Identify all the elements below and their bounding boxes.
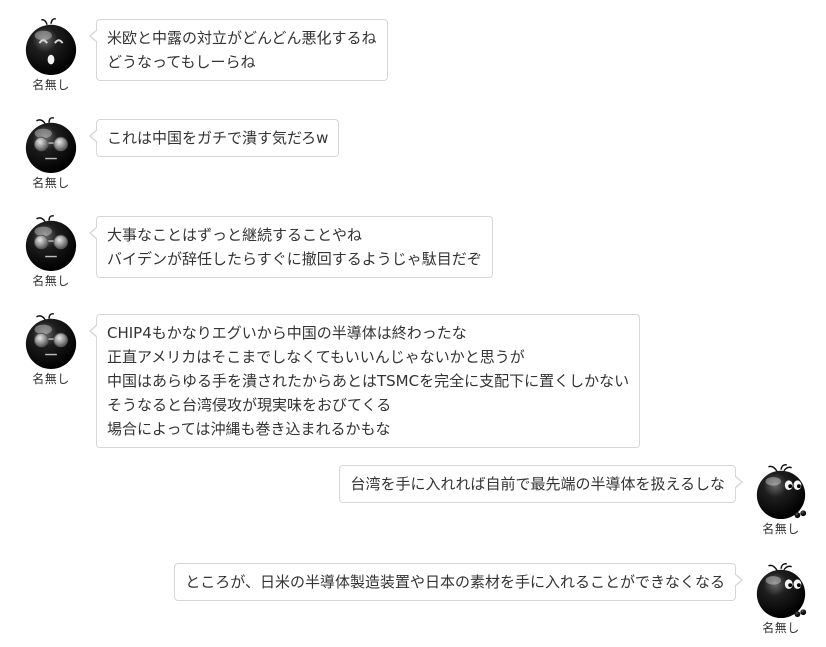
avatar[interactable]: 名無し <box>750 462 812 536</box>
sunglasses-face-avatar-icon <box>25 215 77 272</box>
sunglasses-face-avatar-icon <box>25 313 77 370</box>
avatar[interactable]: 名無し <box>20 18 82 92</box>
message-text: ところが、日米の半導体製造装置や日本の素材を手に入れることができなくなる <box>185 573 725 591</box>
avatar[interactable]: 名無し <box>20 312 82 386</box>
message-bubble: 台湾を手に入れれば自前で最先端の半導体を扱えるしな <box>339 465 743 503</box>
message-bubble: ところが、日米の半導体製造装置や日本の素材を手に入れることができなくなる <box>174 563 743 601</box>
message-text: バイデンが辞任したらすぐに撤回するようじゃ駄目だぞ <box>107 250 482 268</box>
author-name: 名無し <box>32 78 70 92</box>
surprised-face-avatar-icon <box>25 18 77 76</box>
avatar[interactable]: 名無し <box>750 561 812 635</box>
message-bubble: CHIP4もかなりエグいから中国の半導体は終わったな 正直アメリカはそこまでしな… <box>88 314 641 448</box>
message-text: 中国はあらゆる手を潰されたからあとはTSMCを完全に支配下に置くしかない <box>107 372 630 390</box>
message-bubble: これは中国をガチで潰す気だろw <box>88 119 340 157</box>
message-bubble: 米欧と中露の対立がどんどん悪化するね どうなってもしーらね <box>89 19 388 81</box>
avatar[interactable]: 名無し <box>20 116 82 190</box>
message-text: これは中国をガチで潰す気だろw <box>107 129 329 147</box>
author-name: 名無し <box>32 274 70 288</box>
sideeye-face-avatar-icon <box>756 464 807 520</box>
sunglasses-face-avatar-icon <box>25 117 77 174</box>
message-text: CHIP4もかなりエグいから中国の半導体は終わったな <box>107 324 467 342</box>
message-bubble: 大事なことはずっと継続することやね バイデンが辞任したらすぐに撤回するようじゃ駄… <box>89 216 493 278</box>
message-text: 場合によっては沖縄も巻き込まれるかもな <box>107 420 391 438</box>
message-text: 正直アメリカはそこまでしなくてもいいんじゃないかと思うが <box>107 348 525 366</box>
message-text: 台湾を手に入れれば自前で最先端の半導体を扱えるしな <box>350 475 725 493</box>
author-name: 名無し <box>32 176 70 190</box>
message-text: そうなると台湾侵攻が現実味をおびてくる <box>107 396 392 414</box>
message-text: どうなってもしーらね <box>107 53 256 71</box>
author-name: 名無し <box>762 621 800 635</box>
avatar[interactable]: 名無し <box>20 214 82 288</box>
author-name: 名無し <box>32 372 70 386</box>
sideeye-face-avatar-icon <box>756 563 807 619</box>
message-text: 米欧と中露の対立がどんどん悪化するね <box>107 29 377 47</box>
message-text: 大事なことはずっと継続することやね <box>107 226 363 244</box>
author-name: 名無し <box>762 522 800 536</box>
